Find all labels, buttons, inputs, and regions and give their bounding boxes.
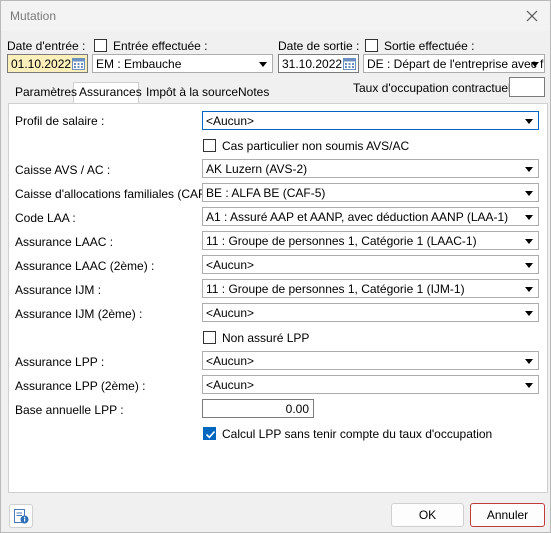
chevron-down-icon <box>525 383 533 388</box>
entry-done-checkbox[interactable] <box>94 39 107 52</box>
window-title: Mutation <box>10 9 57 23</box>
special-case-label: Cas particulier non soumis AVS/AC <box>222 139 410 153</box>
salary-profile-label: Profil de salaire : <box>15 114 105 128</box>
special-case-checkbox[interactable] <box>203 139 216 152</box>
lpp-select[interactable]: <Aucun> <box>202 351 539 370</box>
lpp2-label: Assurance LPP (2ème) : <box>15 379 146 393</box>
ok-button[interactable]: OK <box>391 503 464 527</box>
not-lpp-label: Non assuré LPP <box>222 331 310 345</box>
lpp-calc-label: Calcul LPP sans tenir compte du taux d'o… <box>222 427 493 441</box>
exit-done-label: Sortie effectuée : <box>384 39 475 53</box>
chevron-down-icon <box>525 215 533 220</box>
lpp2-select[interactable]: <Aucun> <box>202 375 539 394</box>
chevron-down-icon <box>525 287 533 292</box>
info-button[interactable] <box>9 504 33 528</box>
occupation-label: Taux d'occupation contractuel : <box>353 81 518 95</box>
exit-date-field[interactable]: 31.10.2022 <box>278 54 359 73</box>
entry-reason-select[interactable]: EM : Embauche <box>92 54 273 73</box>
cancel-button[interactable]: Annuler <box>470 503 545 527</box>
chevron-down-icon <box>525 239 533 244</box>
entry-date-label: Date d'entrée : <box>7 39 86 53</box>
laac2-select[interactable]: <Aucun> <box>202 255 539 274</box>
lpp-base-input[interactable]: 0.00 <box>202 399 314 418</box>
not-lpp-checkbox[interactable] <box>203 331 216 344</box>
lpp-label: Assurance LPP : <box>15 355 105 369</box>
info-document-icon <box>14 509 29 524</box>
exit-date-label: Date de sortie : <box>278 39 360 53</box>
laa-label: Code LAA : <box>15 211 76 225</box>
chevron-down-icon <box>259 62 267 67</box>
title-bar: Mutation <box>1 1 550 31</box>
checkmark-icon <box>205 430 216 439</box>
chevron-down-icon <box>531 62 539 67</box>
exit-reason-select[interactable]: DE : Départ de l'entreprise avec f <box>363 54 545 73</box>
caf-label: Caisse d'allocations familiales (CAF) : <box>15 187 217 201</box>
caf-select[interactable]: BE : ALFA BE (CAF-5) <box>202 183 539 202</box>
laac2-label: Assurance LAAC (2ème) : <box>15 259 155 273</box>
tab-notes[interactable]: Notes <box>238 85 269 102</box>
chevron-down-icon <box>525 191 533 196</box>
tab-assurances[interactable]: Assurances <box>79 85 142 102</box>
tab-impot-source[interactable]: Impôt à la source <box>146 85 238 102</box>
chevron-down-icon <box>525 119 533 124</box>
close-icon <box>526 10 538 22</box>
chevron-down-icon <box>525 167 533 172</box>
laac-select[interactable]: 11 : Groupe de personnes 1, Catégorie 1 … <box>202 231 539 250</box>
exit-done-checkbox[interactable] <box>365 39 378 52</box>
entry-date-field[interactable]: 01.10.2022 <box>7 54 88 73</box>
close-button[interactable] <box>522 6 542 26</box>
calendar-icon[interactable] <box>343 57 356 70</box>
salary-profile-select[interactable]: <Aucun> <box>202 111 539 130</box>
ijm2-label: Assurance IJM (2ème) : <box>15 307 143 321</box>
avs-label: Caisse AVS / AC : <box>15 163 111 177</box>
occupation-input[interactable] <box>509 77 545 97</box>
mutation-dialog: Mutation Date d'entrée : 01.10.2022 Entr… <box>0 0 551 533</box>
ijm-label: Assurance IJM : <box>15 283 102 297</box>
chevron-down-icon <box>525 263 533 268</box>
ijm-select[interactable]: 11 : Groupe de personnes 1, Catégorie 1 … <box>202 279 539 298</box>
entry-done-label: Entrée effectuée : <box>113 39 208 53</box>
laac-label: Assurance LAAC : <box>15 235 114 249</box>
lpp-calc-checkbox[interactable] <box>203 427 216 440</box>
lpp-base-label: Base annuelle LPP : <box>15 403 124 417</box>
ijm2-select[interactable]: <Aucun> <box>202 303 539 322</box>
tab-parametres[interactable]: Paramètres <box>15 85 77 102</box>
calendar-icon[interactable] <box>72 57 85 70</box>
chevron-down-icon <box>525 311 533 316</box>
avs-select[interactable]: AK Luzern (AVS-2) <box>202 159 539 178</box>
laa-select[interactable]: A1 : Assuré AAP et AANP, avec déduction … <box>202 207 539 226</box>
chevron-down-icon <box>525 359 533 364</box>
